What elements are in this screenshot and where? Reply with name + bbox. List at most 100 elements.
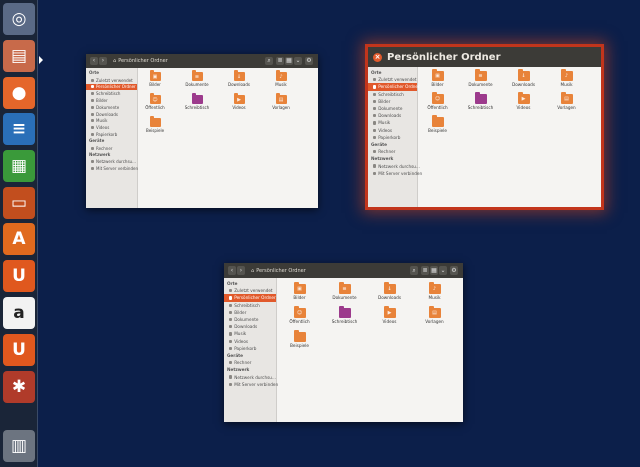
close-button[interactable]: × <box>373 52 382 62</box>
view-menu-icon[interactable]: ⌄ <box>294 57 302 65</box>
sidebar-item[interactable]: Rechner <box>224 359 276 366</box>
files-launcher[interactable]: ▤ <box>3 40 35 72</box>
folder-item[interactable]: Beispiele <box>277 330 322 348</box>
folder-item[interactable]: ☺ Öffentlich <box>277 306 322 324</box>
dash-button[interactable]: ◎ <box>3 3 35 35</box>
folder-item[interactable]: ≡ Dokumente <box>459 69 502 87</box>
sidebar-item[interactable]: Videos <box>86 124 137 131</box>
sidebar-item[interactable]: Persönlicher Ordner <box>86 83 137 91</box>
folder-item[interactable]: Beispiele <box>416 115 459 133</box>
sidebar-item[interactable]: Netzwerk durchsu... <box>224 373 276 380</box>
sidebar-item[interactable]: Persönlicher Ordner <box>368 83 420 91</box>
sidebar-item[interactable]: Netzwerk durchsu... <box>86 158 137 165</box>
back-button[interactable]: ‹ <box>90 57 98 65</box>
file-manager-window-1[interactable]: ‹ › ⌂ Persönlicher Ordner ⌕ ≣ ▦ ⌄ ⚙ Orte Zuletzt v… <box>86 54 318 208</box>
folder-item[interactable]: ☺ Öffentlich <box>134 93 176 110</box>
file-manager-window-3[interactable]: ‹ › ⌂ Persönlicher Ordner ⌕ ≣ ▦ ⌄ ⚙ Orte Zuletzt v… <box>224 263 463 422</box>
search-icon[interactable]: ⌕ <box>265 57 273 65</box>
sidebar-item[interactable]: Musik <box>368 119 417 126</box>
sidebar-item[interactable]: Musik <box>224 330 276 337</box>
gear-icon[interactable]: ⚙ <box>305 57 313 65</box>
sidebar-item[interactable]: Schreibtisch <box>368 91 417 98</box>
software-center-launcher[interactable]: A <box>3 223 35 255</box>
sidebar-item[interactable]: Persönlicher Ordner <box>224 294 276 302</box>
sidebar-item[interactable]: Schreibtisch <box>86 90 137 97</box>
folder-item[interactable]: ≡ Dokumente <box>322 282 367 300</box>
ubuntu-one-launcher[interactable]: U <box>3 260 35 292</box>
folder-item[interactable]: ▶ Videos <box>218 93 260 110</box>
sidebar-item-label: Netzwerk durchsu... <box>234 374 276 380</box>
sidebar-item[interactable]: Papierkorb <box>86 131 137 138</box>
sidebar-item[interactable]: Papierkorb <box>224 345 276 352</box>
sidebar-item[interactable]: Bilder <box>224 309 276 316</box>
sidebar-item[interactable]: Zuletzt verwendet <box>86 77 137 84</box>
sidebar-item[interactable]: Downloads <box>368 112 417 119</box>
folder-item[interactable]: ▤ Vorlagen <box>412 306 457 324</box>
folder-item[interactable]: ☺ Öffentlich <box>416 92 459 110</box>
folder-item[interactable]: Schreibtisch <box>459 92 502 110</box>
firefox-launcher[interactable]: ● <box>3 77 35 109</box>
sidebar-item[interactable]: Zuletzt verwendet <box>368 76 417 83</box>
list-view-icon[interactable]: ≣ <box>421 266 429 275</box>
home-icon: ⌂ <box>251 267 255 274</box>
sidebar-item[interactable]: Mit Server verbinden <box>368 170 422 177</box>
gear-icon[interactable]: ⚙ <box>450 266 458 275</box>
ubuntu-one-music-launcher[interactable]: U <box>3 334 35 366</box>
grid-view-icon[interactable]: ▦ <box>285 57 293 65</box>
folder-item[interactable]: ▣ Bilder <box>416 69 459 87</box>
folder-item[interactable]: ▣ Bilder <box>277 282 322 300</box>
sidebar-item[interactable]: Musik <box>86 118 137 125</box>
folder-item[interactable]: ↓ Downloads <box>218 70 260 87</box>
forward-button[interactable]: › <box>99 57 107 65</box>
sidebar-item[interactable]: Netzwerk durchsu... <box>368 162 420 169</box>
grid-view-icon[interactable]: ▦ <box>430 266 438 275</box>
search-icon[interactable]: ⌕ <box>410 266 418 275</box>
sidebar-item[interactable]: Papierkorb <box>368 134 417 141</box>
sidebar-item[interactable]: Schreibtisch <box>224 302 276 309</box>
system-settings-launcher[interactable]: ✱ <box>3 371 35 403</box>
clock-icon <box>229 289 233 293</box>
sidebar-item[interactable]: Dokumente <box>368 105 417 112</box>
folder-item[interactable]: ▤ Vorlagen <box>545 92 588 110</box>
sidebar-item[interactable]: Bilder <box>86 97 137 104</box>
folder-item[interactable]: ♪ Musik <box>545 69 588 87</box>
sidebar-item[interactable]: Mit Server verbinden <box>86 165 138 172</box>
sidebar-item[interactable]: Mit Server verbinden <box>224 381 278 388</box>
sidebar-item[interactable]: Rechner <box>86 145 137 152</box>
sidebar-item[interactable]: Zuletzt verwendet <box>224 287 276 294</box>
back-button[interactable]: ‹ <box>228 266 236 275</box>
impress-launcher[interactable]: ▭ <box>3 187 35 219</box>
folder-item[interactable]: Beispiele <box>134 116 176 133</box>
breadcrumb[interactable]: ⌂ Persönlicher Ordner <box>113 58 168 64</box>
sidebar-item[interactable]: Dokumente <box>86 104 137 111</box>
view-menu-icon[interactable]: ⌄ <box>439 266 447 275</box>
folder-item[interactable]: Schreibtisch <box>176 93 218 110</box>
file-manager-window-2[interactable]: × Persönlicher Ordner Orte Zuletzt verwende… <box>365 44 604 210</box>
sidebar-item-label: Rechner <box>234 360 252 366</box>
sidebar-item[interactable]: Downloads <box>86 111 137 118</box>
folder-item[interactable]: ▶ Videos <box>502 92 545 110</box>
sidebar-item[interactable]: Rechner <box>368 148 417 155</box>
sidebar-item[interactable]: Downloads <box>224 323 276 330</box>
sidebar-item[interactable]: Dokumente <box>224 316 276 323</box>
folder-item[interactable]: ♪ Musik <box>260 70 302 87</box>
folder-item[interactable]: ♪ Musik <box>412 282 457 300</box>
sidebar-item[interactable]: Bilder <box>368 98 417 105</box>
folder-item[interactable]: ▶ Videos <box>367 306 412 324</box>
sidebar-item[interactable]: Videos <box>224 338 276 345</box>
calc-launcher[interactable]: ▦ <box>3 150 35 182</box>
folder-item[interactable]: ≡ Dokumente <box>176 70 218 87</box>
folder-item[interactable]: ↓ Downloads <box>502 69 545 87</box>
sidebar-item[interactable]: Videos <box>368 127 417 134</box>
folder-item[interactable]: ↓ Downloads <box>367 282 412 300</box>
writer-launcher[interactable]: ≡ <box>3 113 35 145</box>
folder-item[interactable]: ▤ Vorlagen <box>260 93 302 110</box>
trash-launcher[interactable]: ▥ <box>3 430 35 462</box>
forward-button[interactable]: › <box>237 266 245 275</box>
folder-tab <box>149 116 155 119</box>
amazon-launcher[interactable]: a <box>3 297 35 329</box>
folder-item[interactable]: Schreibtisch <box>322 306 367 324</box>
folder-item[interactable]: ▣ Bilder <box>134 70 176 87</box>
breadcrumb[interactable]: ⌂ Persönlicher Ordner <box>251 268 306 274</box>
list-view-icon[interactable]: ≣ <box>276 57 284 65</box>
